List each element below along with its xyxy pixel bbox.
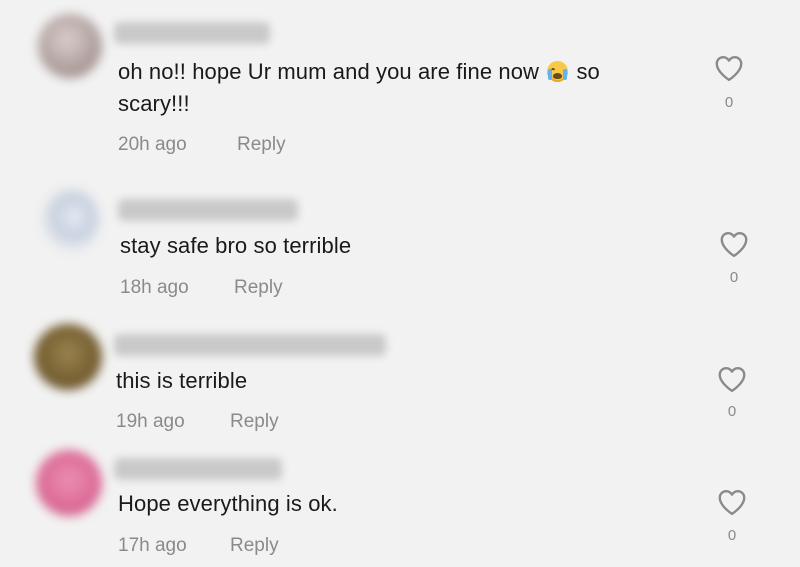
comment-item: Hope everything is ok. 17h ago Reply 0	[0, 0, 800, 567]
comment-timestamp: 17h ago	[118, 535, 187, 556]
comment-text: Hope everything is ok.	[118, 491, 338, 516]
heart-outline-icon	[718, 489, 746, 516]
like-button[interactable]	[716, 488, 748, 516]
comment-list: oh no!! hope Ur mum and you are fine now…	[0, 0, 800, 567]
reply-button[interactable]: Reply	[230, 535, 279, 557]
like-count: 0	[727, 527, 737, 544]
avatar[interactable]	[36, 450, 102, 516]
username-blurred[interactable]	[114, 458, 282, 480]
